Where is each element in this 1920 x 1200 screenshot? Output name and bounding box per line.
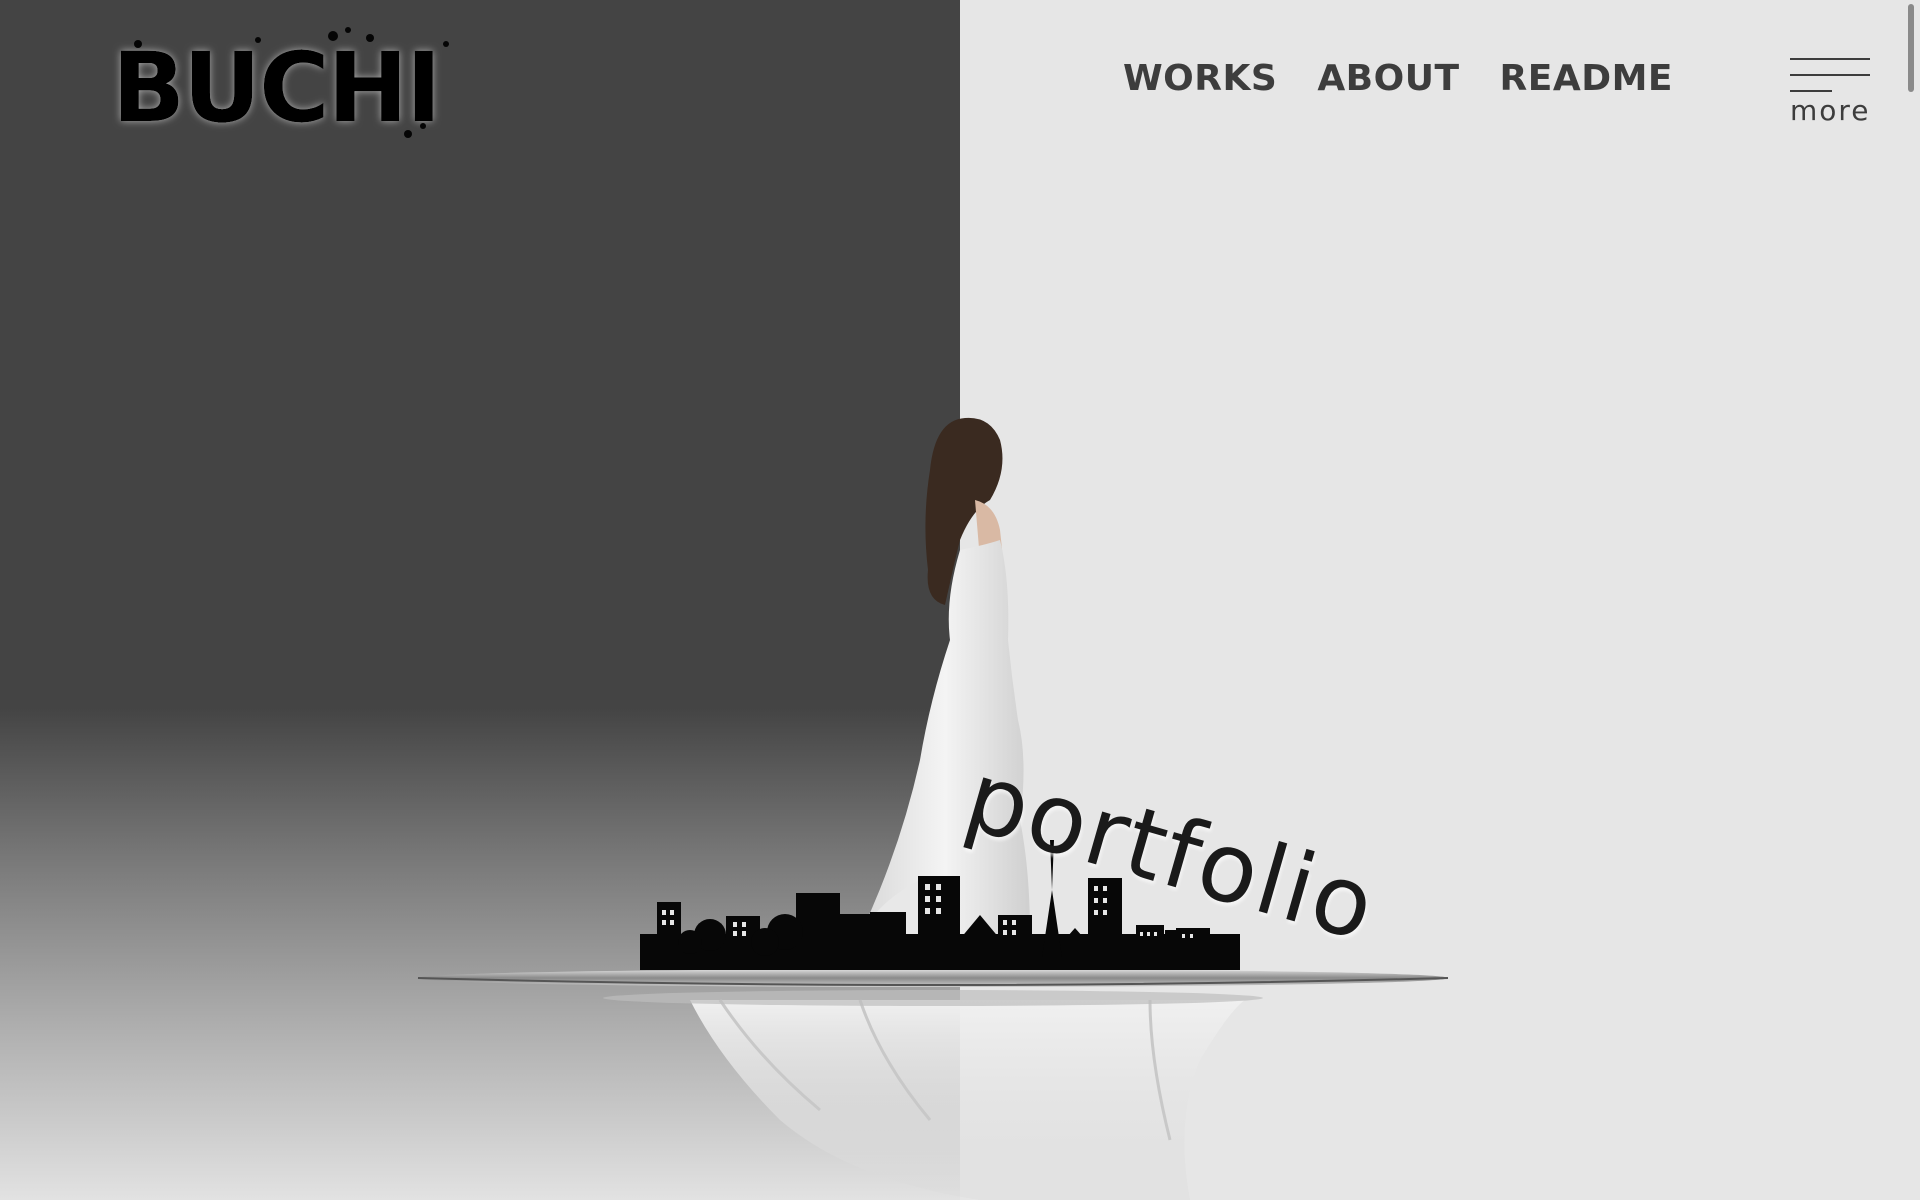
nav-works[interactable]: WORKS xyxy=(1123,58,1277,99)
main-nav: WORKS ABOUT README xyxy=(1123,58,1673,99)
nav-about[interactable]: ABOUT xyxy=(1317,58,1459,99)
serving-tray xyxy=(417,969,1449,1006)
scrollbar-thumb[interactable] xyxy=(1908,4,1914,92)
nav-readme[interactable]: README xyxy=(1500,58,1673,99)
svg-text:BUCHI: BUCHI xyxy=(112,32,440,144)
hamburger-icon xyxy=(1790,58,1870,92)
more-menu-button[interactable]: more xyxy=(1790,58,1870,127)
brand-logo[interactable]: BUCHI xyxy=(108,26,458,146)
hero-illustration xyxy=(0,0,1920,1200)
page: portfolio BUCHI WORKS ABOUT README more xyxy=(0,0,1920,1200)
hand-graphic xyxy=(690,999,1245,1200)
more-label: more xyxy=(1790,94,1871,127)
